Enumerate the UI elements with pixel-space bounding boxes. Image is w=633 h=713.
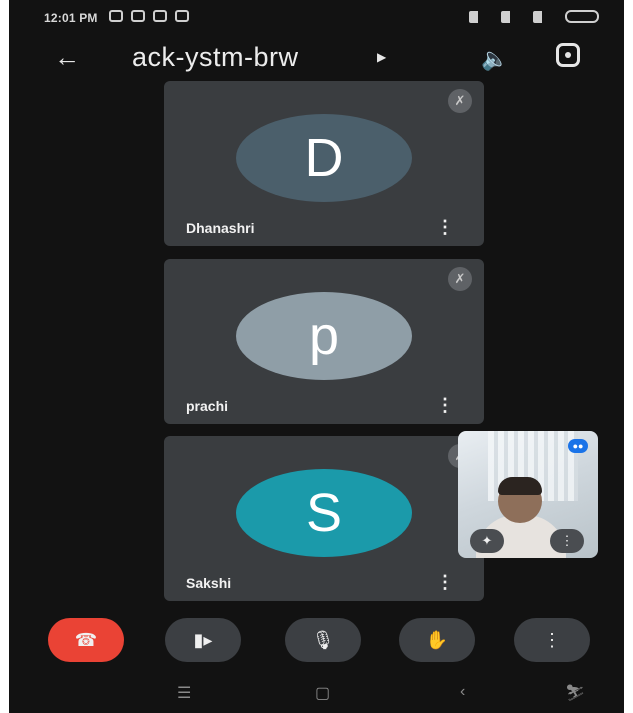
phone-screen: 12:01 PM ← ack-ystm-brw ▶ 🔈 ✗ D Dhanashr… — [9, 0, 624, 713]
participant-tile[interactable]: ✗ p prachi ⋮ — [164, 259, 484, 424]
notification-icons — [109, 10, 189, 22]
back-arrow-icon[interactable]: ← — [54, 42, 80, 73]
status-bar: 12:01 PM — [9, 0, 624, 36]
self-view-video[interactable]: ●● ✦ ⋮ — [458, 431, 598, 558]
alarm-notification-icon — [131, 10, 145, 22]
more-vertical-icon[interactable]: ⋮ — [436, 217, 454, 238]
hand-icon: ✋ — [425, 629, 449, 650]
mic-off-icon: ✗ — [448, 89, 472, 113]
wifi-icon — [533, 10, 555, 23]
meeting-indicator-icon: ●● — [568, 439, 588, 453]
whatsapp-notification-icon — [153, 10, 167, 22]
system-navigation-bar: ☰ ▢ ‹ ⛷ — [9, 680, 624, 713]
back-icon[interactable]: ‹ — [460, 683, 465, 701]
more-vertical-icon: ⋮ — [543, 629, 561, 650]
microphone-toggle-button[interactable]: 🎙 — [285, 618, 361, 662]
settings-notification-icon — [109, 10, 123, 22]
accessibility-icon[interactable]: ⛷ — [565, 683, 585, 703]
call-controls: ☎ ▮▸ 🎙 ✋ ⋮ — [9, 618, 624, 666]
end-call-button[interactable]: ☎ — [48, 618, 124, 662]
switch-camera-icon[interactable] — [556, 43, 580, 67]
meeting-header: ← ack-ystm-brw ▶ 🔈 — [9, 36, 624, 82]
menu-icon[interactable]: ☰ — [177, 683, 191, 703]
raise-hand-button[interactable]: ✋ — [399, 618, 475, 662]
status-time: 12:01 PM — [44, 11, 98, 25]
battery-icon — [565, 10, 599, 23]
more-options-button[interactable]: ⋮ — [514, 618, 590, 662]
participant-avatar: S — [236, 469, 412, 557]
sparkle-icon[interactable]: ✦ — [470, 529, 504, 553]
more-vertical-icon[interactable]: ⋮ — [436, 395, 454, 416]
signal-icon — [469, 10, 491, 23]
more-vertical-icon[interactable]: ⋮ — [550, 529, 584, 553]
meeting-details-caret-icon[interactable]: ▶ — [377, 50, 386, 64]
participant-tile[interactable]: ✗ S Sakshi ⋮ — [164, 436, 484, 601]
home-icon[interactable]: ▢ — [315, 683, 330, 703]
participant-name: Dhanashri — [186, 220, 255, 236]
participant-avatar: p — [236, 292, 412, 380]
camera-toggle-button[interactable]: ▮▸ — [165, 618, 241, 662]
speaker-icon[interactable]: 🔈 — [481, 46, 508, 72]
phone-hangup-icon: ☎ — [74, 629, 98, 650]
meeting-code[interactable]: ack-ystm-brw — [132, 42, 299, 73]
participant-avatar: D — [236, 114, 412, 202]
signal-icon-2 — [501, 10, 523, 23]
video-camera-icon: ▮▸ — [193, 629, 213, 650]
participant-tile[interactable]: ✗ D Dhanashri ⋮ — [164, 81, 484, 246]
photo-notification-icon — [175, 10, 189, 22]
participant-name: prachi — [186, 398, 229, 414]
participant-name: Sakshi — [186, 575, 232, 591]
microphone-icon: 🎙 — [311, 629, 335, 650]
self-hair — [498, 477, 542, 495]
mic-off-icon: ✗ — [448, 267, 472, 291]
system-icons — [469, 10, 599, 23]
more-vertical-icon[interactable]: ⋮ — [436, 572, 454, 593]
